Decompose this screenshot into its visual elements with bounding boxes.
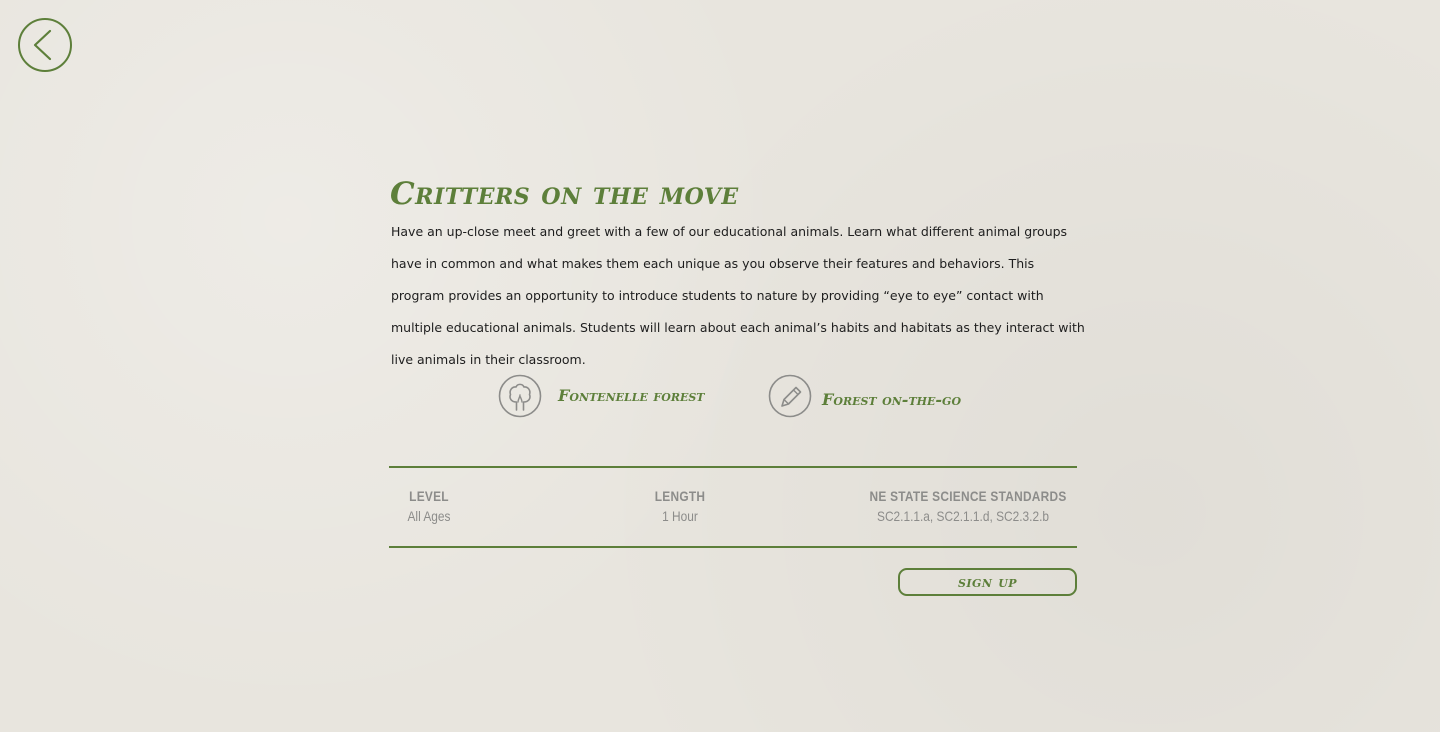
- program-description: Have an up-close meet and greet with a f…: [391, 224, 1085, 367]
- level-info: LEVEL All Ages: [389, 488, 469, 524]
- program-info-box: LEVEL All Ages LENGTH 1 Hour NE STATE SC…: [389, 466, 1077, 548]
- length-label: LENGTH: [654, 488, 706, 504]
- standards-info: NE STATE SCIENCE STANDARDS SC2.1.1.a, SC…: [853, 488, 1073, 524]
- standards-value: SC2.1.1.a, SC2.1.1.d, SC2.3.2.b: [877, 508, 1049, 524]
- length-value: 1 Hour: [662, 508, 698, 524]
- location-label: Fontenelle forest: [558, 386, 705, 405]
- back-button[interactable]: [18, 18, 72, 72]
- level-label: LEVEL: [409, 488, 449, 504]
- length-info: LENGTH 1 Hour: [630, 488, 730, 524]
- program-title: Critters on the move: [390, 176, 739, 212]
- chevron-left-icon: [33, 29, 52, 61]
- program-content: Critters on the move Have an up-close me…: [390, 176, 1090, 418]
- sign-up-button[interactable]: sign up: [898, 568, 1077, 596]
- standards-label: NE STATE SCIENCE STANDARDS: [869, 488, 1067, 504]
- location-links: Fontenelle forest Forest on-the-go: [498, 374, 1018, 420]
- level-value: All Ages: [407, 508, 451, 524]
- tree-icon: [498, 374, 542, 418]
- location-label: Forest on-the-go: [822, 390, 962, 409]
- pencil-icon: [768, 374, 812, 418]
